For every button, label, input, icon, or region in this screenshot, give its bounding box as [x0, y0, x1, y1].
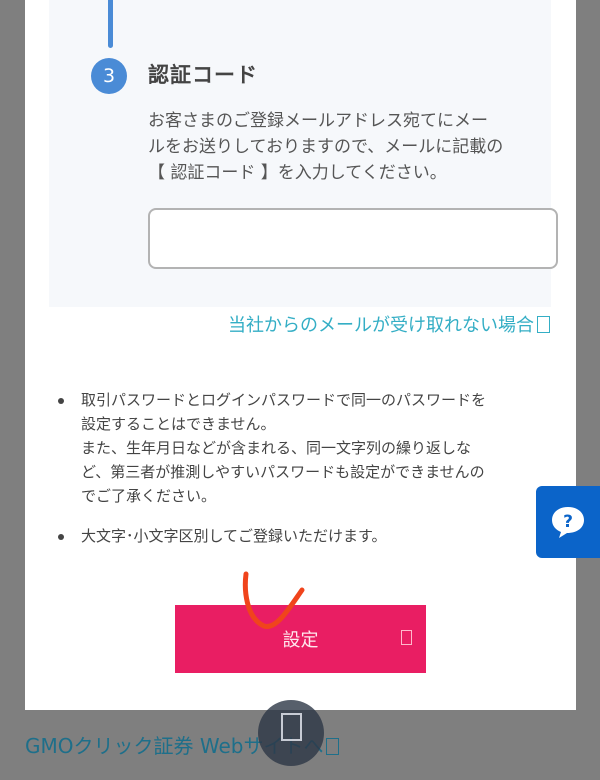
- step-description-line: 【 認証コード 】を入力してください。: [148, 163, 447, 183]
- scroll-top-icon: [281, 713, 302, 741]
- submit-button-label: 設定: [282, 630, 319, 651]
- external-link-icon: [326, 738, 340, 755]
- question-bubble-icon: ?: [552, 507, 584, 538]
- note-line: 取引パスワードとログインパスワードで同一のパスワードを: [81, 391, 487, 409]
- external-link-icon: [401, 630, 412, 645]
- list-item: 大文字･小文字区別してご登録いただけます。: [55, 524, 525, 548]
- note-line: ど、第三者が推測しやすいパスワードも設定ができませんの: [81, 463, 485, 481]
- step-description-line: お客さまのご登録メールアドレス宛てにメー: [148, 111, 488, 131]
- password-settings-modal: 3 認証コード お客さまのご登録メールアドレス宛てにメー ルをお送りしております…: [25, 0, 576, 710]
- password-notes-list: 取引パスワードとログインパスワードで同一のパスワードを 設定することはできません…: [55, 388, 525, 564]
- step-description: お客さまのご登録メールアドレス宛てにメー ルをお送りしておりますので、メールに記…: [148, 108, 553, 186]
- email-not-received-link[interactable]: 当社からのメールが受け取れない場合: [228, 311, 550, 337]
- note-line: 設定することはできません。: [81, 415, 276, 433]
- auth-code-input[interactable]: [148, 208, 558, 269]
- note-line: 大文字･小文字区別してご登録いただけます。: [81, 527, 387, 545]
- external-link-icon: [537, 316, 550, 333]
- step-number-badge: 3: [91, 58, 127, 94]
- list-item: 取引パスワードとログインパスワードで同一のパスワードを 設定することはできません…: [55, 388, 525, 508]
- scroll-top-button[interactable]: [258, 700, 324, 766]
- email-not-received-link-label: 当社からのメールが受け取れない場合: [228, 315, 534, 336]
- svg-text:?: ?: [563, 512, 573, 532]
- step-description-line: ルをお送りしておりますので、メールに記載の: [148, 137, 504, 157]
- note-line: でご了承ください。: [81, 487, 217, 505]
- step-title: 認証コード: [148, 63, 258, 87]
- help-chat-button[interactable]: ?: [536, 486, 600, 558]
- note-line: また、生年月日などが含まれる、同一文字列の繰り返しな: [81, 439, 472, 457]
- submit-settings-button[interactable]: 設定: [175, 605, 426, 673]
- auth-code-step-panel: 3 認証コード お客さまのご登録メールアドレス宛てにメー ルをお送りしております…: [49, 0, 558, 307]
- step-connector-line: [108, 0, 113, 48]
